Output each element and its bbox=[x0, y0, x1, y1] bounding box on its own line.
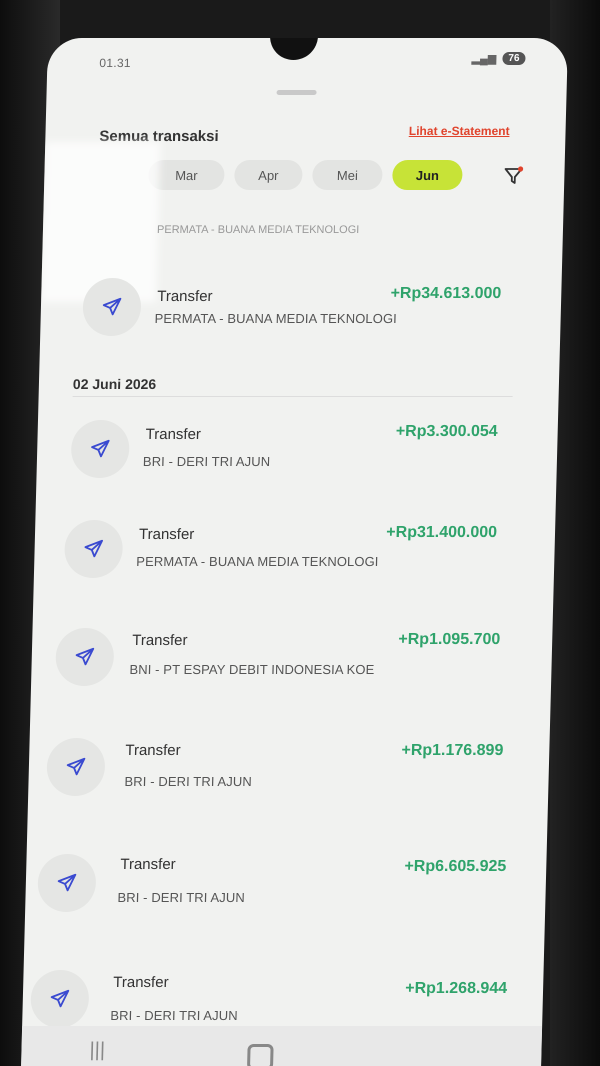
transaction-title: Transfer bbox=[132, 632, 188, 649]
home-icon[interactable] bbox=[246, 1044, 274, 1066]
estatement-link[interactable]: Lihat e-Statement bbox=[409, 124, 510, 138]
transaction-row[interactable]: Transfer PERMATA - BUANA MEDIA TEKNOLOGI… bbox=[40, 278, 562, 358]
send-icon bbox=[82, 278, 142, 336]
status-time: 01.31 bbox=[99, 56, 132, 70]
status-icons: ▂▄▆ 76 bbox=[471, 52, 526, 65]
transaction-amount: +Rp3.300.054 bbox=[395, 423, 498, 440]
transaction-row[interactable]: Transfer BRI - DERI TRI AJUN +Rp3.300.05… bbox=[36, 418, 558, 498]
partial-transaction-subtitle: PERMATA - BUANA MEDIA TEKNOLOGI bbox=[156, 224, 360, 236]
sheet-drag-handle[interactable] bbox=[276, 90, 317, 95]
camera-notch bbox=[269, 38, 319, 60]
transaction-subtitle: PERMATA - BUANA MEDIA TEKNOLOGI bbox=[136, 554, 379, 569]
month-chip-apr[interactable]: Apr bbox=[234, 160, 303, 190]
transaction-row[interactable]: Transfer BNI - PT ESPAY DEBIT INDONESIA … bbox=[31, 626, 553, 706]
transaction-row[interactable]: Transfer BRI - DERI TRI AJUN +Rp1.176.89… bbox=[28, 736, 550, 816]
month-chip-jun[interactable]: Jun bbox=[392, 160, 463, 190]
transaction-amount: +Rp1.095.700 bbox=[398, 631, 501, 648]
transaction-title: Transfer bbox=[157, 288, 213, 305]
filter-icon[interactable] bbox=[502, 165, 525, 187]
transaction-subtitle: BRI - DERI TRI AJUN bbox=[124, 774, 253, 789]
phone-screen: 01.31 ▂▄▆ 76 Semua transaksi Lihat e-Sta… bbox=[21, 38, 569, 1066]
transaction-title: Transfer bbox=[125, 742, 181, 759]
recents-icon[interactable]: ||| bbox=[89, 1039, 105, 1062]
status-bar: 01.31 ▂▄▆ 76 bbox=[47, 38, 568, 84]
send-icon bbox=[37, 854, 97, 912]
transaction-amount: +Rp1.268.944 bbox=[405, 980, 508, 997]
transaction-amount: +Rp31.400.000 bbox=[386, 524, 498, 541]
transaction-title: Transfer bbox=[120, 856, 176, 873]
transaction-subtitle: BRI - DERI TRI AJUN bbox=[110, 1008, 238, 1023]
transaction-amount: +Rp1.176.899 bbox=[401, 742, 504, 759]
send-icon bbox=[55, 628, 115, 686]
send-icon bbox=[63, 520, 124, 578]
month-chip-mei[interactable]: Mei bbox=[312, 160, 383, 190]
month-chip-label: Apr bbox=[258, 167, 279, 183]
send-icon bbox=[46, 738, 106, 796]
transaction-subtitle: PERMATA - BUANA MEDIA TEKNOLOGI bbox=[154, 311, 398, 326]
system-nav-bar: ||| bbox=[21, 1026, 543, 1066]
signal-icon: ▂▄▆ bbox=[471, 53, 497, 65]
month-chip-label: Mei bbox=[336, 167, 359, 183]
date-group-header: 02 Juni 2026 bbox=[72, 376, 157, 392]
transaction-subtitle: BRI - DERI TRI AJUN bbox=[142, 454, 271, 469]
transaction-title: Transfer bbox=[113, 974, 169, 991]
send-icon bbox=[70, 420, 130, 478]
month-chip-label: Mar bbox=[175, 167, 198, 183]
transaction-row[interactable]: Transfer BRI - DERI TRI AJUN +Rp6.605.92… bbox=[25, 850, 547, 930]
transaction-title: Transfer bbox=[138, 526, 195, 543]
date-divider bbox=[72, 396, 513, 397]
transaction-amount: +Rp6.605.925 bbox=[404, 858, 507, 875]
transaction-title: Transfer bbox=[145, 426, 202, 443]
transaction-subtitle: BNI - PT ESPAY DEBIT INDONESIA KOE bbox=[129, 662, 375, 677]
transaction-subtitle: BRI - DERI TRI AJUN bbox=[117, 890, 246, 905]
month-chip-label: Jun bbox=[415, 167, 440, 183]
send-icon bbox=[30, 970, 90, 1028]
battery-indicator: 76 bbox=[502, 52, 526, 65]
transaction-row[interactable]: Transfer PERMATA - BUANA MEDIA TEKNOLOGI… bbox=[33, 520, 555, 600]
transaction-amount: +Rp34.613.000 bbox=[390, 285, 502, 302]
